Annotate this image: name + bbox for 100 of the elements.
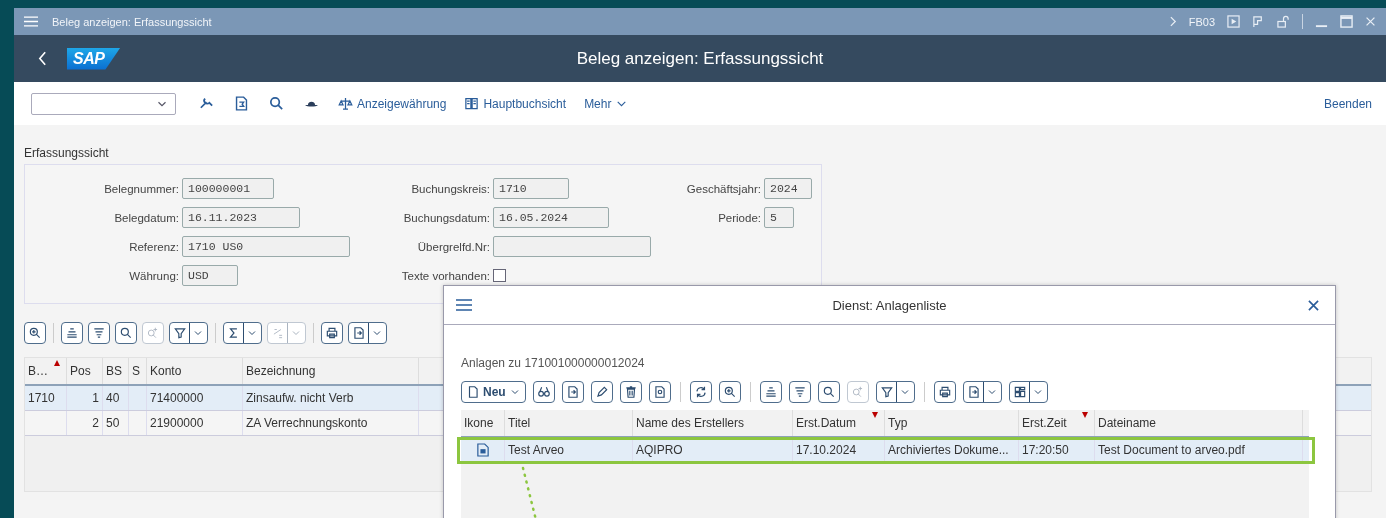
unlock-icon[interactable] <box>1277 15 1290 28</box>
search-icon <box>821 385 836 399</box>
document-icon <box>466 385 480 399</box>
input-field[interactable]: 16.05.2024 <box>493 207 609 228</box>
input-field[interactable]: 16.11.2023 <box>182 207 300 228</box>
column-header[interactable]: B… <box>25 358 67 384</box>
edit-button[interactable] <box>590 381 613 403</box>
input-field[interactable]: 5 <box>764 207 794 228</box>
search-icon <box>119 326 133 340</box>
refresh-button[interactable] <box>689 381 712 403</box>
sort-ascending-button[interactable] <box>61 322 83 344</box>
maximize-icon[interactable] <box>1340 15 1353 28</box>
table-cell: 50 <box>106 416 120 430</box>
filter-icon <box>879 385 894 399</box>
sort-ascending-icon <box>65 326 79 340</box>
view-button[interactable] <box>532 381 555 403</box>
export-icon <box>352 326 366 340</box>
print-button[interactable] <box>321 322 343 344</box>
column-header[interactable]: BS <box>103 358 129 384</box>
zoom-button[interactable] <box>24 322 46 344</box>
column-header[interactable]: Konto <box>147 358 243 384</box>
close-icon[interactable] <box>1308 299 1319 311</box>
table-cell: 1710 <box>28 391 55 405</box>
back-icon[interactable] <box>38 51 47 66</box>
field-label: Referenz: <box>128 240 179 253</box>
filter-icon <box>173 326 187 340</box>
play-icon[interactable] <box>1227 15 1240 28</box>
export-icon <box>966 385 981 399</box>
command-field[interactable] <box>31 92 176 115</box>
field-label: Buchungskreis: <box>410 182 490 195</box>
menu-icon[interactable] <box>456 299 472 311</box>
field-label: Übergrelfd.Nr: <box>416 240 490 253</box>
input-field[interactable]: USD <box>182 265 238 286</box>
field-label: Periode: <box>717 211 761 224</box>
sort-descending-button[interactable] <box>88 322 110 344</box>
sap-logo: SAP <box>67 47 121 70</box>
more-button[interactable]: Mehr <box>584 96 629 111</box>
refresh-icon <box>693 385 708 399</box>
filter-button[interactable] <box>875 381 915 403</box>
ledger-icon <box>464 96 480 111</box>
search-next-icon <box>850 385 865 399</box>
column-header[interactable]: Ikone <box>461 410 505 436</box>
delete-button[interactable] <box>619 381 642 403</box>
search-next-icon <box>146 326 160 340</box>
exit-button[interactable]: Beenden <box>1323 96 1372 111</box>
table-cell: Archiviertes Dokume... <box>888 443 1009 457</box>
column-header[interactable]: Typ <box>885 410 1019 436</box>
input-field[interactable]: 100000001 <box>182 178 274 199</box>
column-header[interactable]: Dateiname <box>1095 410 1303 436</box>
table-cell: 17:20:50 <box>1022 443 1069 457</box>
attachments-caption: Anlagen zu 171001000000012024 <box>461 356 646 370</box>
section-title: Erfassungssicht <box>24 146 110 160</box>
table-cell: 71400000 <box>150 391 204 405</box>
table-cell: 17.10.2024 <box>796 443 857 457</box>
field-label: Texte vorhanden: <box>400 269 490 282</box>
input-field[interactable] <box>493 236 651 257</box>
field-label: Währung: <box>128 269 179 282</box>
document-search-button[interactable] <box>648 381 671 403</box>
filter-button[interactable] <box>169 322 208 344</box>
table-cell: Test Document to arveo.pdf <box>1098 443 1245 457</box>
new-button[interactable]: Neu <box>461 381 526 403</box>
input-field[interactable]: 2024 <box>764 178 812 199</box>
flag-icon[interactable] <box>1252 15 1265 28</box>
checkbox[interactable] <box>493 269 506 282</box>
field-label: Buchungsdatum: <box>402 211 490 224</box>
field-label: Belegdatum: <box>113 211 179 224</box>
column-header[interactable]: Name des Erstellers <box>633 410 793 436</box>
zoom-in-icon <box>722 385 737 399</box>
sort-ascending-button[interactable] <box>759 381 782 403</box>
column-header[interactable]: Titel <box>505 410 633 436</box>
subtotal-icon <box>271 326 285 340</box>
table-cell: AQIPRO <box>636 443 683 457</box>
column-header[interactable]: S <box>129 358 147 384</box>
sum-button[interactable] <box>223 322 262 344</box>
sort-descending-button[interactable] <box>788 381 811 403</box>
toolbar-button[interactable]: Anzeigewährung <box>338 96 447 111</box>
document-icon[interactable] <box>233 95 250 112</box>
column-header[interactable]: Pos <box>67 358 103 384</box>
column-header[interactable]: Bezeichnung <box>243 358 419 384</box>
sort-descending-icon <box>92 326 106 340</box>
search-button[interactable] <box>817 381 840 403</box>
input-field[interactable]: 1710 <box>493 178 569 199</box>
table-cell: Zinsaufw. nicht Verb <box>246 391 354 405</box>
zoom-icon[interactable] <box>268 95 285 112</box>
zoom-in-icon <box>28 326 42 340</box>
layout-button[interactable] <box>1008 381 1048 403</box>
transaction-code: FB03 <box>1188 15 1215 28</box>
print-button[interactable] <box>933 381 956 403</box>
export-button[interactable] <box>348 322 387 344</box>
export-icon <box>565 385 580 399</box>
document-icon <box>476 443 489 457</box>
column-header[interactable]: Erst.Zeit <box>1019 410 1095 436</box>
zoom-button[interactable] <box>718 381 741 403</box>
input-field[interactable]: 1710 US0 <box>182 236 350 257</box>
column-header[interactable]: Erst.Datum <box>793 410 885 436</box>
import-button[interactable] <box>561 381 584 403</box>
toolbar-button[interactable]: Hauptbuchsicht <box>464 96 567 111</box>
search-button[interactable] <box>115 322 137 344</box>
export-button[interactable] <box>962 381 1002 403</box>
table-cell: Test Arveo <box>508 443 565 457</box>
